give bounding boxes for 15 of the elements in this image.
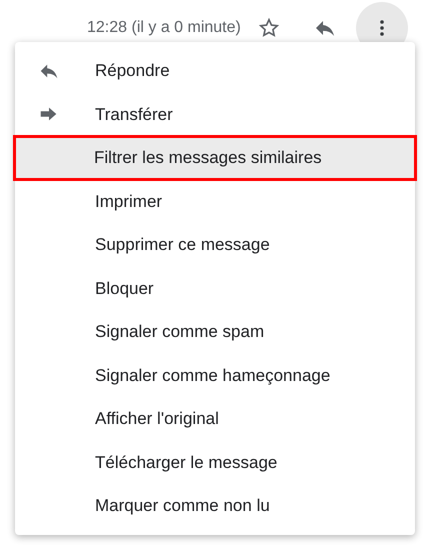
menu-item[interactable]: Imprimer: [15, 180, 415, 223]
menu-item[interactable]: Télécharger le message: [15, 440, 415, 484]
menu-item[interactable]: Signaler comme spam: [15, 310, 415, 354]
menu-item[interactable]: Marquer comme non lu: [15, 484, 415, 528]
menu-item[interactable]: Signaler comme hameçonnage: [15, 354, 415, 397]
timestamp: 12:28 (il y a 0 minute): [87, 18, 241, 38]
menu-item[interactable]: Transférer: [15, 92, 415, 136]
menu-item[interactable]: Afficher l'original: [15, 397, 415, 440]
menu-item[interactable]: Filtrer les messages similaires: [14, 136, 416, 180]
star-button[interactable]: [258, 17, 280, 39]
more-vertical-icon: [380, 20, 384, 36]
menu-item[interactable]: Supprimer ce message: [15, 223, 415, 266]
menu-item[interactable]: Répondre: [15, 49, 415, 92]
menu-item[interactable]: Bloquer: [15, 266, 415, 310]
star-icon: [258, 17, 280, 39]
